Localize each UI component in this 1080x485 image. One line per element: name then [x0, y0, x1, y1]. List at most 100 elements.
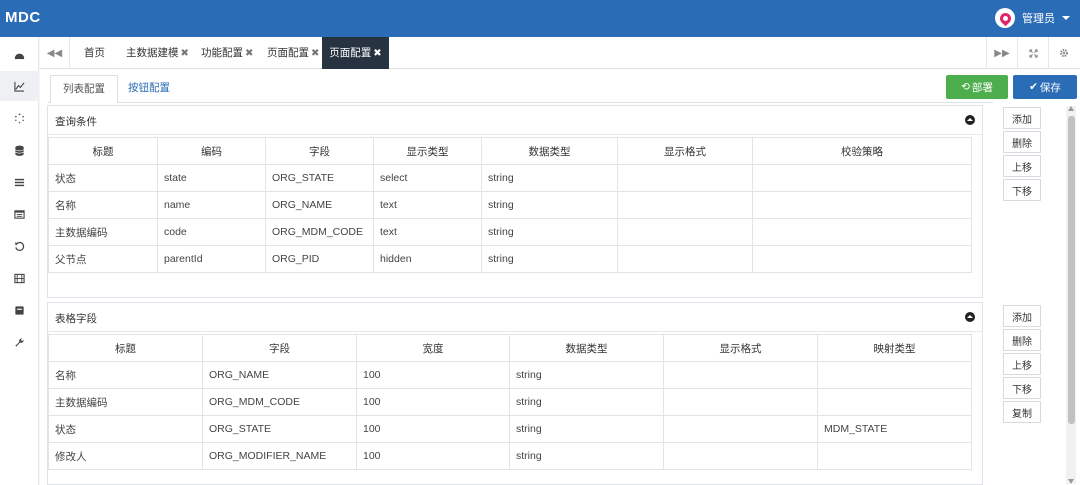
- copy-row-button[interactable]: 复制: [1003, 401, 1041, 423]
- table-cell[interactable]: [817, 442, 972, 470]
- table-cell[interactable]: 100: [356, 388, 510, 416]
- tabs-scroll-right-icon[interactable]: ▶▶: [986, 37, 1017, 69]
- table-cell[interactable]: ORG_MDM_CODE: [202, 388, 357, 416]
- close-icon[interactable]: ✖: [311, 48, 319, 59]
- move-up-button[interactable]: 上移: [1003, 353, 1041, 375]
- gear-icon[interactable]: [1048, 37, 1079, 69]
- add-row-button[interactable]: 添加: [1003, 305, 1041, 327]
- sidebar-item-history[interactable]: [0, 231, 39, 261]
- user-menu[interactable]: 管理员: [995, 8, 1070, 28]
- table-cell[interactable]: text: [373, 191, 482, 219]
- scroll-down-icon[interactable]: [1068, 479, 1074, 484]
- table-cell[interactable]: ORG_STATE: [202, 415, 357, 443]
- app-logo[interactable]: MDC: [5, 9, 41, 26]
- close-icon[interactable]: ✖: [245, 48, 253, 59]
- table-cell[interactable]: [663, 415, 818, 443]
- table-cell[interactable]: 100: [356, 442, 510, 470]
- tabs-scroll-left-icon[interactable]: ◀◀: [40, 37, 70, 69]
- tab-mdm-modeling[interactable]: 主数据建模 ✖: [126, 37, 189, 69]
- table-cell[interactable]: string: [481, 245, 618, 273]
- table-cell[interactable]: select: [373, 164, 482, 192]
- sidebar-item-table[interactable]: [0, 199, 39, 229]
- table-cell[interactable]: string: [509, 415, 664, 443]
- table-cell[interactable]: string: [481, 191, 618, 219]
- table-cell[interactable]: ORG_PID: [265, 245, 374, 273]
- table-cell[interactable]: [663, 442, 818, 470]
- table-cell[interactable]: [617, 245, 753, 273]
- deploy-button[interactable]: ⟲ 部署: [946, 75, 1008, 99]
- tab-button-config[interactable]: 按钮配置: [116, 75, 182, 103]
- save-button[interactable]: ✔ 保存: [1013, 75, 1077, 99]
- table-row[interactable]: 修改人 ORG_MODIFIER_NAME 100 string: [48, 442, 972, 470]
- table-cell[interactable]: 名称: [48, 191, 158, 219]
- table-cell[interactable]: 父节点: [48, 245, 158, 273]
- table-cell[interactable]: string: [509, 361, 664, 389]
- collapse-icon[interactable]: [965, 115, 975, 125]
- table-cell[interactable]: 名称: [48, 361, 203, 389]
- table-cell[interactable]: [817, 388, 972, 416]
- table-cell[interactable]: [817, 361, 972, 389]
- sidebar-item-database[interactable]: [0, 135, 39, 165]
- add-row-button[interactable]: 添加: [1003, 107, 1041, 129]
- sidebar-item-dashboard[interactable]: [0, 39, 39, 69]
- table-row[interactable]: 名称 name ORG_NAME text string: [48, 191, 972, 219]
- tab-page-config[interactable]: 页面配置 ✖: [267, 37, 319, 69]
- user-name[interactable]: 管理员: [1022, 10, 1055, 26]
- tab-home[interactable]: 首页: [84, 37, 105, 69]
- table-cell[interactable]: code: [157, 218, 266, 246]
- table-cell[interactable]: [663, 388, 818, 416]
- table-row[interactable]: 主数据编码 ORG_MDM_CODE 100 string: [48, 388, 972, 416]
- sidebar-item-archive[interactable]: [0, 295, 39, 325]
- tab-function-config[interactable]: 功能配置 ✖: [201, 37, 253, 69]
- table-cell[interactable]: [752, 164, 972, 192]
- table-row[interactable]: 父节点 parentId ORG_PID hidden string: [48, 245, 972, 273]
- sidebar-item-film[interactable]: [0, 263, 39, 293]
- move-down-button[interactable]: 下移: [1003, 179, 1041, 201]
- delete-row-button[interactable]: 删除: [1003, 131, 1041, 153]
- sidebar-item-spinner[interactable]: [0, 103, 39, 133]
- delete-row-button[interactable]: 删除: [1003, 329, 1041, 351]
- table-cell[interactable]: [617, 164, 753, 192]
- table-cell[interactable]: hidden: [373, 245, 482, 273]
- table-cell[interactable]: [752, 245, 972, 273]
- table-cell[interactable]: [617, 218, 753, 246]
- tab-list-config[interactable]: 列表配置: [50, 75, 118, 103]
- table-cell[interactable]: MDM_STATE: [817, 415, 972, 443]
- table-cell[interactable]: state: [157, 164, 266, 192]
- table-row[interactable]: 名称 ORG_NAME 100 string: [48, 361, 972, 389]
- move-down-button[interactable]: 下移: [1003, 377, 1041, 399]
- table-cell[interactable]: 100: [356, 415, 510, 443]
- table-cell[interactable]: ORG_MDM_CODE: [265, 218, 374, 246]
- table-cell[interactable]: string: [509, 442, 664, 470]
- vertical-scrollbar[interactable]: [1066, 106, 1076, 484]
- close-icon[interactable]: ✖: [373, 48, 381, 59]
- table-cell[interactable]: 状态: [48, 415, 203, 443]
- scroll-up-icon[interactable]: [1068, 106, 1074, 111]
- table-cell[interactable]: ORG_MODIFIER_NAME: [202, 442, 357, 470]
- avatar[interactable]: [995, 8, 1015, 28]
- fullscreen-icon[interactable]: [1017, 37, 1048, 69]
- sidebar-item-chart[interactable]: [0, 71, 39, 101]
- table-cell[interactable]: ORG_NAME: [265, 191, 374, 219]
- table-cell[interactable]: ORG_NAME: [202, 361, 357, 389]
- sidebar-item-list[interactable]: [0, 167, 39, 197]
- table-cell[interactable]: string: [509, 388, 664, 416]
- tab-page-config-active[interactable]: 页面配置 ✖: [322, 37, 389, 69]
- table-row[interactable]: 主数据编码 code ORG_MDM_CODE text string: [48, 218, 972, 246]
- sidebar-item-wrench[interactable]: [0, 327, 39, 357]
- table-cell[interactable]: parentId: [157, 245, 266, 273]
- table-cell[interactable]: name: [157, 191, 266, 219]
- table-cell[interactable]: 修改人: [48, 442, 203, 470]
- table-cell[interactable]: [617, 191, 753, 219]
- chevron-down-icon[interactable]: [1062, 16, 1070, 20]
- table-cell[interactable]: 主数据编码: [48, 388, 203, 416]
- close-icon[interactable]: ✖: [181, 48, 189, 59]
- scrollbar-thumb[interactable]: [1068, 116, 1075, 424]
- table-cell[interactable]: ORG_STATE: [265, 164, 374, 192]
- table-cell[interactable]: string: [481, 218, 618, 246]
- table-cell[interactable]: 主数据编码: [48, 218, 158, 246]
- collapse-icon[interactable]: [965, 312, 975, 322]
- table-cell[interactable]: string: [481, 164, 618, 192]
- table-cell[interactable]: text: [373, 218, 482, 246]
- table-cell[interactable]: 100: [356, 361, 510, 389]
